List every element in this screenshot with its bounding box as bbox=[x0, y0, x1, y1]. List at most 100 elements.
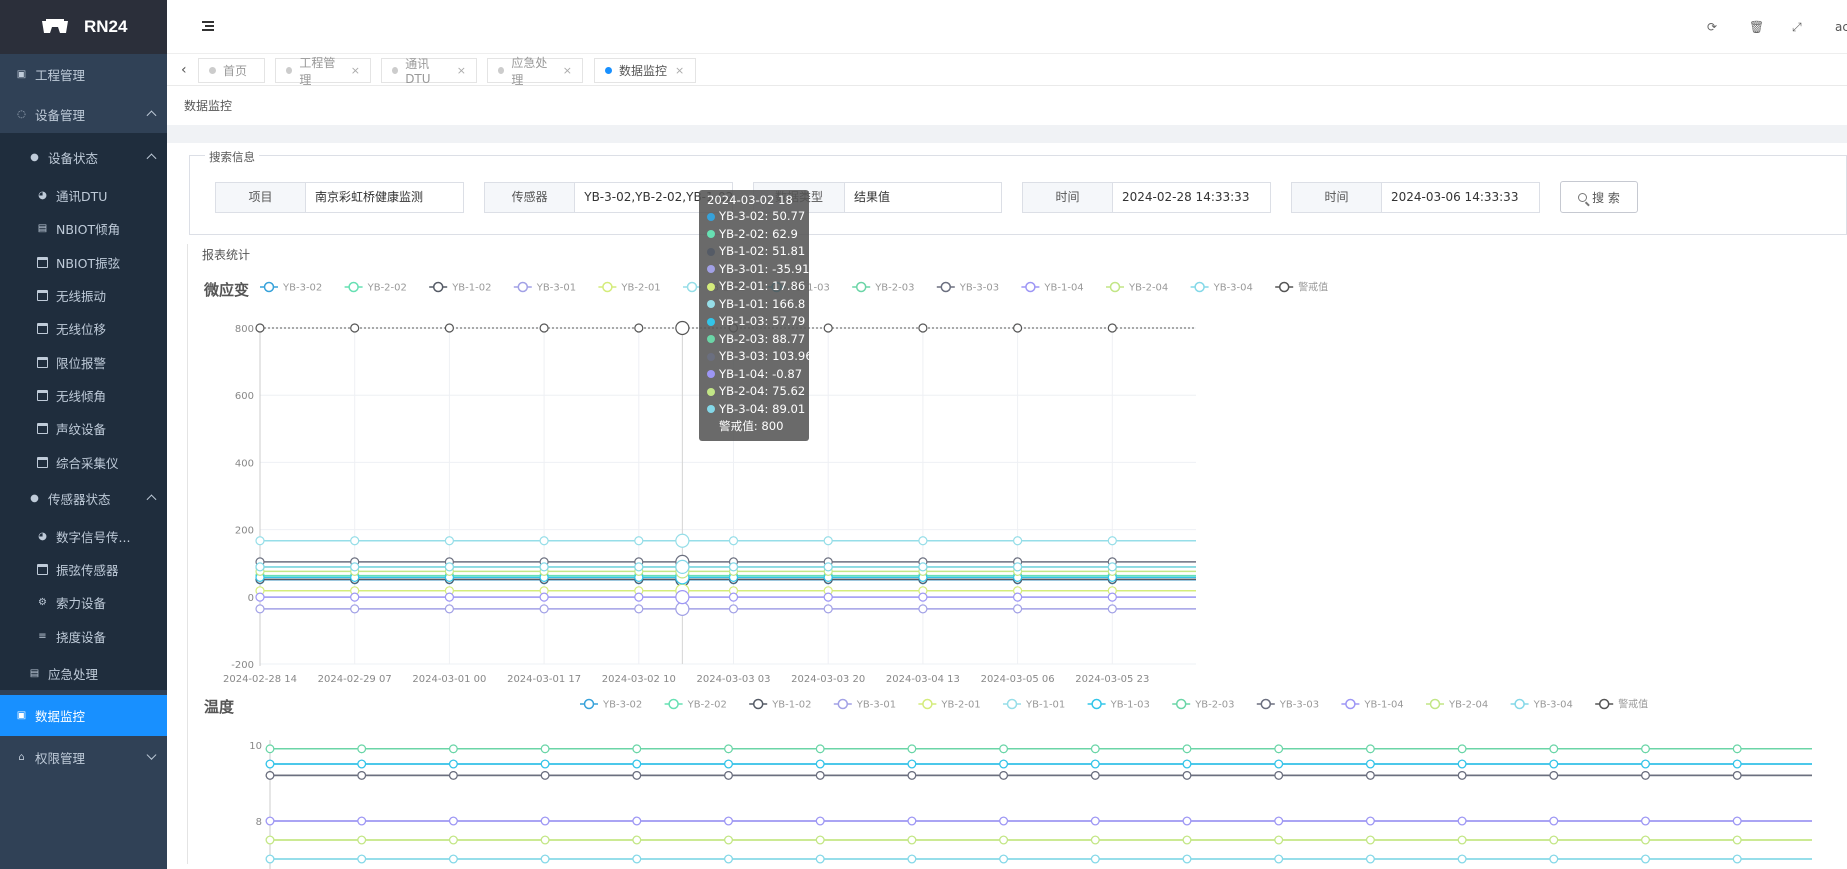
legend-item[interactable]: YB-1-04 bbox=[1021, 281, 1084, 294]
legend-item[interactable]: YB-3-01 bbox=[513, 281, 576, 294]
data-point bbox=[539, 323, 549, 333]
legend-item[interactable]: YB-1-03 bbox=[1087, 698, 1150, 711]
legend-item[interactable]: YB-2-01 bbox=[918, 698, 981, 711]
data-point bbox=[449, 744, 458, 754]
data-point bbox=[444, 592, 454, 602]
y-tick-label: 600 bbox=[235, 391, 254, 402]
data-point bbox=[815, 816, 825, 826]
data-point bbox=[1732, 835, 1742, 845]
data-point bbox=[1107, 323, 1117, 333]
legend-label: YB-1-01 bbox=[1025, 700, 1065, 711]
legend-label: YB-3-03 bbox=[959, 283, 999, 294]
legend-label: YB-2-04 bbox=[1128, 283, 1168, 294]
legend-label: YB-1-04 bbox=[1043, 283, 1083, 294]
data-point bbox=[1182, 771, 1192, 780]
data-point bbox=[1182, 835, 1192, 845]
legend-item[interactable]: YB-3-01 bbox=[833, 698, 896, 711]
data-point bbox=[728, 536, 739, 546]
data-point bbox=[540, 854, 550, 864]
legend-item[interactable]: YB-1-04 bbox=[1341, 698, 1404, 711]
tooltip-marker bbox=[707, 423, 715, 431]
legend-label: YB-2-04 bbox=[1448, 700, 1488, 711]
tooltip-marker bbox=[707, 282, 715, 291]
tooltip-row: YB-3-02: 50.77 bbox=[703, 208, 805, 226]
legend-label: YB-3-02 bbox=[282, 283, 322, 294]
data-point bbox=[724, 816, 733, 826]
legend-item[interactable]: YB-2-03 bbox=[1172, 698, 1234, 711]
tooltip-marker bbox=[707, 230, 715, 239]
data-point bbox=[1274, 835, 1284, 845]
tooltip-row: YB-3-03: 103.96 bbox=[703, 348, 813, 366]
legend-item[interactable]: YB-3-03 bbox=[1256, 698, 1319, 711]
data-point-highlight bbox=[675, 559, 690, 574]
x-tick-label: 2024-03-01 17 bbox=[507, 674, 581, 685]
tooltip-value: YB-1-02: 51.81 bbox=[719, 244, 806, 258]
data-point bbox=[918, 604, 928, 614]
tooltip-row: YB-2-01: 17.86 bbox=[703, 278, 805, 296]
data-point bbox=[357, 816, 367, 826]
legend-label: 警戒值 bbox=[1298, 281, 1328, 294]
legend-item[interactable]: YB-3-04 bbox=[1510, 698, 1573, 711]
legend-item[interactable]: YB-2-02 bbox=[664, 698, 727, 711]
legend-marker bbox=[1175, 698, 1187, 710]
legend-item[interactable]: YB-2-04 bbox=[1426, 698, 1488, 711]
tooltip-marker bbox=[707, 265, 715, 274]
data-point bbox=[265, 816, 275, 826]
tooltip-value: YB-1-03: 57.79 bbox=[719, 314, 806, 328]
data-point bbox=[540, 759, 550, 769]
data-point bbox=[1732, 759, 1742, 769]
data-point bbox=[1090, 744, 1100, 754]
data-point bbox=[907, 759, 917, 769]
x-tick-label: 2024-03-01 00 bbox=[412, 674, 486, 685]
data-point bbox=[1274, 854, 1284, 864]
tooltip-row: YB-1-04: -0.87 bbox=[703, 366, 805, 384]
data-point bbox=[1641, 854, 1650, 864]
data-point bbox=[907, 835, 917, 845]
data-point bbox=[724, 744, 733, 754]
data-point bbox=[539, 604, 549, 614]
data-point bbox=[907, 744, 917, 754]
data-point bbox=[255, 536, 265, 546]
legend-item[interactable]: YB-2-04 bbox=[1106, 281, 1168, 294]
data-point bbox=[1641, 835, 1650, 845]
legend-item[interactable]: 警戒值 bbox=[1595, 698, 1648, 711]
data-point bbox=[1365, 816, 1375, 826]
data-point bbox=[907, 816, 917, 826]
legend-item[interactable]: YB-2-02 bbox=[344, 281, 407, 294]
legend-marker bbox=[348, 281, 359, 293]
legend-item[interactable]: YB-3-02 bbox=[580, 698, 642, 711]
legend-item[interactable]: YB-3-03 bbox=[936, 281, 999, 294]
data-point bbox=[1549, 744, 1559, 754]
y-tick-label: -200 bbox=[231, 660, 254, 671]
data-point bbox=[350, 604, 360, 614]
data-point bbox=[1549, 771, 1559, 780]
data-point bbox=[1274, 744, 1284, 754]
data-point bbox=[999, 759, 1008, 769]
legend-item[interactable]: YB-1-02 bbox=[429, 281, 491, 294]
tooltip-value: 警戒值: 800 bbox=[719, 419, 784, 433]
legend-item[interactable]: YB-2-03 bbox=[852, 281, 914, 294]
strain-chart[interactable]: -200 0 200 400 600 800 2024-02-28 14 2024-02-29… bbox=[0, 0, 1847, 869]
data-point bbox=[1182, 759, 1192, 769]
data-point bbox=[918, 536, 928, 546]
data-point bbox=[1365, 771, 1375, 780]
chart-tooltip: 2024-03-02 18 YB-3-02: 50.77 YB-2-02: 62.… bbox=[699, 190, 813, 441]
legend-item[interactable]: YB-1-02 bbox=[749, 698, 811, 711]
data-point bbox=[539, 562, 549, 572]
legend-item[interactable]: YB-2-01 bbox=[598, 281, 661, 294]
legend-label: YB-3-04 bbox=[1533, 700, 1573, 711]
legend-item[interactable]: YB-3-04 bbox=[1190, 281, 1253, 294]
data-point bbox=[632, 744, 642, 754]
data-point bbox=[1274, 771, 1284, 780]
data-point bbox=[634, 562, 644, 572]
legend-item[interactable]: YB-3-02 bbox=[260, 281, 322, 294]
data-point bbox=[1549, 835, 1559, 845]
data-point bbox=[1457, 771, 1467, 780]
legend-item[interactable]: 警戒值 bbox=[1275, 281, 1328, 294]
data-point bbox=[1641, 744, 1650, 754]
data-point bbox=[728, 604, 739, 614]
data-point bbox=[1107, 536, 1117, 546]
data-point bbox=[357, 744, 367, 754]
legend-marker bbox=[1345, 698, 1356, 710]
legend-item[interactable]: YB-1-01 bbox=[1003, 698, 1065, 711]
